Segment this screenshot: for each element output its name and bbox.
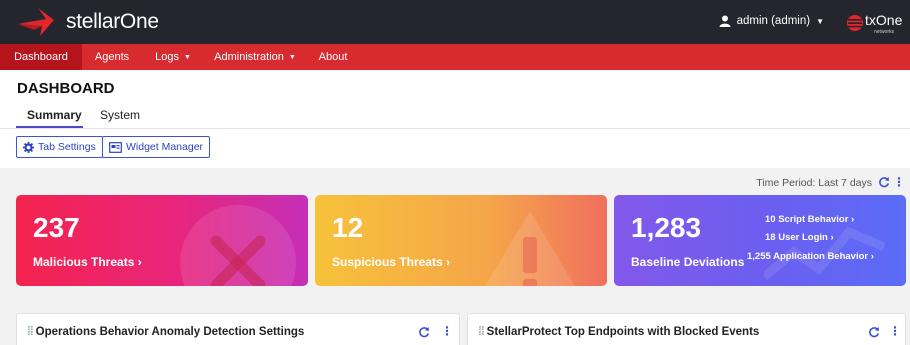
- nav-item-label: About: [318, 51, 348, 63]
- nav-item-logs[interactable]: Logs ▼: [142, 44, 204, 70]
- tab-summary[interactable]: Summary: [27, 108, 82, 122]
- tab-settings-label: Tab Settings: [38, 141, 96, 153]
- baseline-deviations-card[interactable]: 1,283 Baseline Deviations 10 Script Beha…: [614, 195, 906, 286]
- list-item[interactable]: 1,255 Application Behavior ›: [747, 251, 874, 262]
- widget-manager-label: Widget Manager: [126, 141, 204, 153]
- list-item[interactable]: 10 Script Behavior ›: [765, 214, 854, 225]
- nav-item-about[interactable]: About: [306, 44, 360, 70]
- time-period[interactable]: Time Period: Last 7 days: [756, 177, 872, 189]
- chevron-right-icon: ›: [851, 214, 855, 225]
- widget-manager-icon: [109, 141, 122, 153]
- breakdown-label: User Login: [778, 232, 828, 243]
- nav-item-label: Agents: [94, 51, 130, 63]
- tab-system[interactable]: System: [100, 108, 140, 122]
- vendor-name: txOne: [865, 12, 903, 28]
- x-circle-icon: [180, 205, 296, 286]
- drag-handle-icon[interactable]: ⁞⁞: [478, 326, 485, 338]
- main-nav: Dashboard Agents Logs ▼ Administration ▼ A…: [0, 44, 910, 70]
- breakdown-count: 18: [765, 232, 776, 243]
- vendor-tagline: networks: [874, 29, 895, 35]
- malicious-threats-card[interactable]: 237 Malicious Threats ›: [16, 195, 308, 286]
- more-options-icon[interactable]: ⋮: [441, 324, 453, 338]
- caret-down-icon: ▼: [816, 16, 824, 26]
- user-label: admin (admin): [736, 15, 811, 27]
- app-name: stellarOne: [66, 10, 159, 33]
- chevron-right-icon: ›: [870, 251, 874, 262]
- baseline-deviations-label: Baseline Deviations: [631, 255, 745, 269]
- chevron-right-icon: ›: [446, 255, 451, 269]
- malicious-threats-count: 237: [33, 212, 80, 243]
- nav-item-administration[interactable]: Administration ▼: [204, 44, 306, 70]
- brand[interactable]: stellarOne: [16, 6, 159, 38]
- more-options-icon[interactable]: ⋮: [893, 175, 905, 189]
- user-menu[interactable]: admin (admin) ▼: [719, 15, 824, 27]
- top-bar: stellarOne admin (admin) ▼ txOne network…: [0, 0, 910, 44]
- suspicious-threats-link[interactable]: Suspicious Threats ›: [332, 255, 450, 269]
- nav-item-label: Administration: [214, 51, 284, 63]
- refresh-icon[interactable]: [868, 326, 880, 338]
- warning-triangle-icon: [485, 211, 575, 286]
- suspicious-threats-card[interactable]: 12 Suspicious Threats ›: [315, 195, 607, 286]
- malicious-threats-label: Malicious Threats: [33, 255, 135, 269]
- page-title: DASHBOARD: [17, 80, 115, 97]
- user-icon: [719, 15, 731, 27]
- gear-icon: [23, 141, 34, 153]
- nav-item-label: Dashboard: [14, 51, 68, 63]
- stellarone-logo-icon: [18, 8, 54, 36]
- caret-down-icon: ▼: [288, 54, 296, 61]
- chevron-right-icon: ›: [137, 255, 142, 269]
- anomaly-detection-settings-widget: ⁞⁞ Operations Behavior Anomaly Detection …: [16, 313, 460, 345]
- txone-logo-icon: txOne networks: [847, 12, 903, 35]
- caret-down-icon: ▼: [183, 54, 191, 61]
- nav-item-dashboard[interactable]: Dashboard: [0, 44, 82, 70]
- widget-title: ⁞⁞ StellarProtect Top Endpoints with Bloc…: [478, 326, 759, 338]
- widget-manager-button[interactable]: Widget Manager: [102, 136, 211, 158]
- tab-settings-button[interactable]: Tab Settings: [16, 136, 103, 158]
- top-endpoints-blocked-widget: ⁞⁞ StellarProtect Top Endpoints with Bloc…: [467, 313, 906, 345]
- breakdown-count: 10: [765, 214, 776, 225]
- baseline-deviations-count: 1,283: [631, 212, 702, 243]
- refresh-icon[interactable]: [878, 176, 890, 188]
- breakdown-label: Script Behavior: [778, 214, 849, 225]
- suspicious-threats-label: Suspicious Threats: [332, 255, 443, 269]
- list-item[interactable]: 18 User Login ›: [765, 232, 834, 243]
- breakdown-count: 1,255: [747, 251, 771, 262]
- more-options-icon[interactable]: ⋮: [889, 324, 901, 338]
- widget-title-text: StellarProtect Top Endpoints with Blocke…: [486, 326, 760, 338]
- malicious-threats-link[interactable]: Malicious Threats ›: [33, 255, 142, 269]
- suspicious-threats-count: 12: [332, 212, 364, 243]
- nav-item-agents[interactable]: Agents: [82, 44, 142, 70]
- page-header: DASHBOARD Summary System Tab Settings Wi…: [0, 70, 910, 168]
- refresh-icon[interactable]: [418, 326, 430, 338]
- drag-handle-icon[interactable]: ⁞⁞: [27, 326, 34, 338]
- nav-item-label: Logs: [155, 51, 179, 63]
- chevron-right-icon: ›: [830, 232, 834, 243]
- widget-title: ⁞⁞ Operations Behavior Anomaly Detection …: [27, 326, 304, 338]
- widget-title-text: Operations Behavior Anomaly Detection Se…: [35, 326, 305, 338]
- breakdown-label: Application Behavior: [773, 251, 869, 262]
- tab-divider: [0, 128, 910, 129]
